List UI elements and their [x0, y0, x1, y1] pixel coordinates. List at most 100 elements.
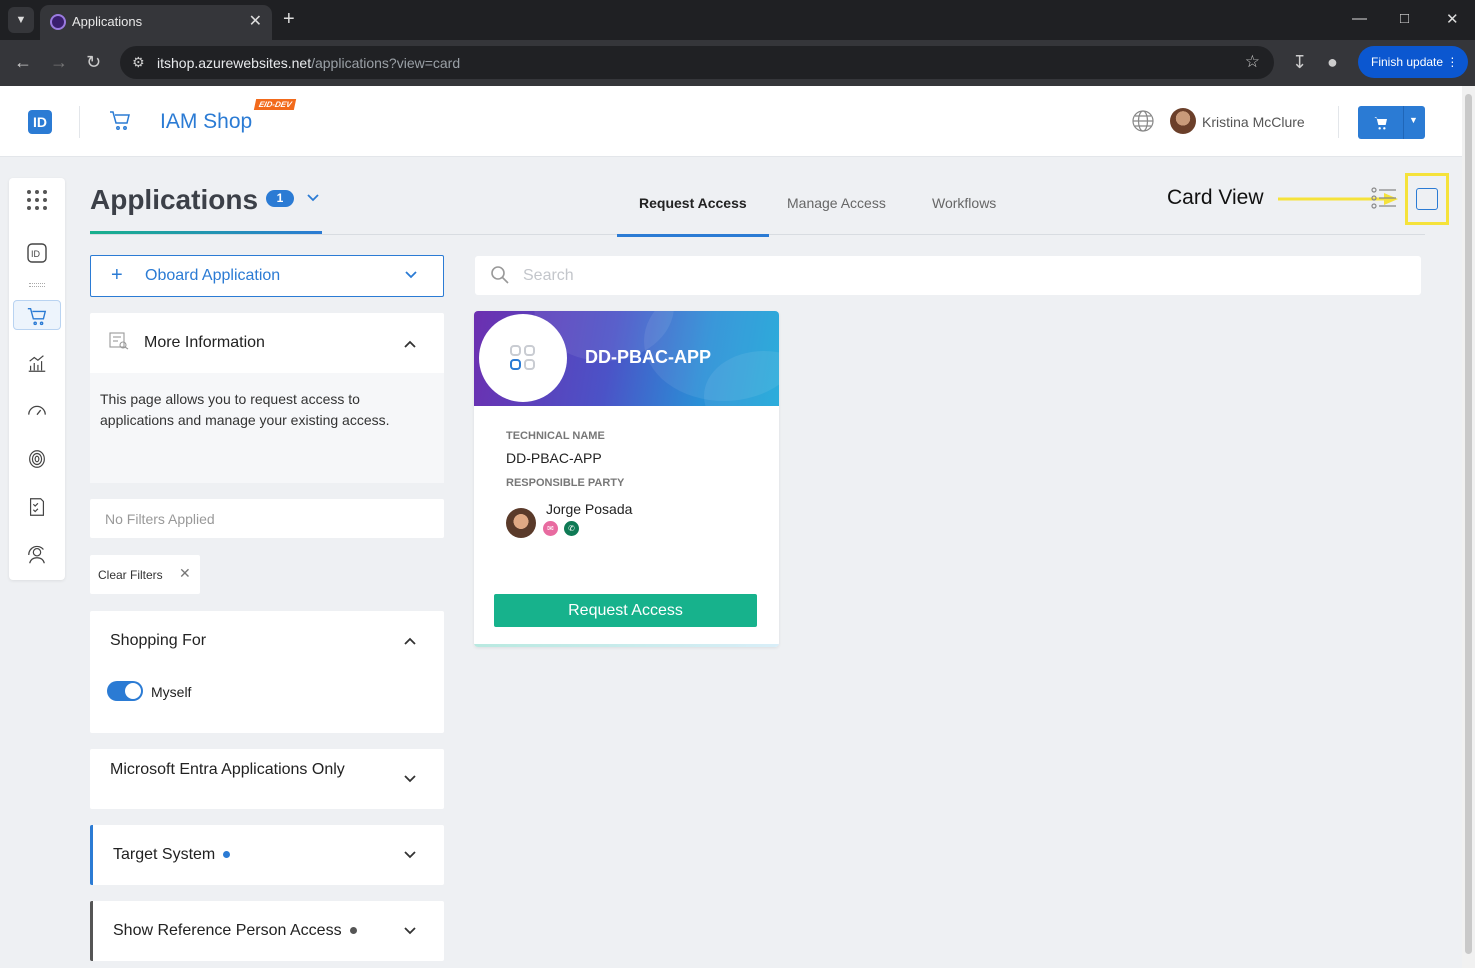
chevron-up-icon[interactable]	[402, 336, 418, 352]
request-access-button[interactable]: Request Access	[494, 594, 757, 627]
more-info-body: This page allows you to request access t…	[90, 373, 444, 483]
entra-only-title[interactable]: Microsoft Entra Applications Only	[110, 758, 350, 782]
myself-toggle[interactable]	[107, 681, 143, 701]
user-avatar[interactable]	[1170, 108, 1196, 134]
count-badge: 1	[266, 190, 294, 207]
side-rail: ID	[9, 178, 65, 580]
download-icon[interactable]: ↧	[1292, 52, 1307, 73]
plus-icon: +	[111, 264, 123, 286]
shopping-for-title[interactable]: Shopping For	[110, 632, 206, 650]
env-badge: EID-DEV	[253, 99, 297, 110]
maximize-icon[interactable]: □	[1400, 10, 1409, 27]
svg-text:ID: ID	[31, 249, 41, 259]
reference-person-title[interactable]: Show Reference Person Access	[113, 922, 357, 940]
address-bar[interactable]: ⚙ itshop.azurewebsites.net/applications?…	[120, 46, 1274, 79]
chart-icon[interactable]	[22, 348, 52, 378]
onboard-label: Oboard Application	[145, 267, 281, 284]
responsible-avatar[interactable]	[506, 508, 536, 538]
user-shield-icon[interactable]	[22, 540, 52, 570]
page-title: Applications	[90, 184, 259, 215]
new-tab-icon[interactable]: +	[283, 8, 295, 31]
globe-icon[interactable]	[1131, 109, 1155, 133]
no-filters-label: No Filters Applied	[90, 499, 444, 538]
id-logo[interactable]: ID	[28, 110, 52, 134]
info-list-icon	[109, 332, 129, 350]
browser-tab[interactable]: Applications ✕	[40, 5, 272, 40]
browser-tabbar: ▼ Applications ✕ + — □ ✕	[0, 0, 1475, 40]
url-text[interactable]: itshop.azurewebsites.net/applications?vi…	[157, 55, 460, 71]
target-system-title[interactable]: Target System	[113, 846, 231, 864]
card-view-icon	[1416, 188, 1438, 210]
annotation-label: Card View	[1167, 186, 1264, 209]
list-view-icon[interactable]	[1371, 187, 1397, 209]
chevron-down-icon[interactable]: ▼	[1409, 115, 1418, 125]
tab-workflows[interactable]: Workflows	[932, 195, 996, 211]
app-name: DD-PBAC-APP	[585, 347, 711, 367]
reference-person-panel[interactable]: Show Reference Person Access	[90, 901, 444, 961]
search-input[interactable]	[523, 265, 1403, 287]
scrollbar-thumb[interactable]	[1465, 94, 1472, 954]
fingerprint-icon[interactable]	[22, 444, 52, 474]
bookmark-star-icon[interactable]: ☆	[1245, 52, 1260, 72]
chevron-down-icon[interactable]	[402, 847, 418, 863]
reload-icon[interactable]: ↻	[86, 52, 101, 73]
technical-name-value: DD-PBAC-APP	[506, 450, 602, 466]
cart-button[interactable]: ▼	[1358, 106, 1425, 139]
card-bottom-bar	[474, 644, 779, 647]
checklist-icon[interactable]	[22, 492, 52, 522]
card-banner: DD-PBAC-APP	[474, 311, 779, 406]
tab-manage-access[interactable]: Manage Access	[787, 195, 886, 211]
chevron-down-icon[interactable]	[402, 923, 418, 939]
id-icon[interactable]: ID	[22, 238, 52, 268]
responsible-party-label: RESPONSIBLE PARTY	[506, 477, 625, 489]
search-icon	[491, 266, 509, 284]
app-header: ID IAM Shop EID-DEV Kristina McClure ▼	[0, 86, 1462, 157]
finish-update-button[interactable]: Finish update ⋮	[1358, 46, 1468, 78]
site-info-icon[interactable]: ⚙	[132, 54, 145, 71]
cart-icon	[110, 111, 130, 130]
profile-icon[interactable]: ●	[1327, 52, 1338, 73]
clear-filters-button[interactable]: Clear Filters ✕	[90, 555, 200, 594]
gauge-icon[interactable]	[22, 396, 52, 426]
browser-toolbar: ← → ↻ ⚙ itshop.azurewebsites.net/applica…	[0, 40, 1475, 86]
cart-icon	[1374, 117, 1387, 130]
app-grid-icon	[510, 345, 535, 370]
more-info-title[interactable]: More Information	[144, 334, 265, 352]
technical-name-label: TECHNICAL NAME	[506, 430, 605, 442]
window-close-icon[interactable]: ✕	[1446, 10, 1459, 28]
user-name[interactable]: Kristina McClure	[1202, 114, 1305, 130]
close-icon[interactable]: ✕	[179, 565, 191, 582]
mail-icon[interactable]: ✉	[543, 521, 558, 536]
minimize-icon[interactable]: —	[1352, 10, 1367, 27]
phone-icon[interactable]: ✆	[564, 521, 579, 536]
chevron-down-icon[interactable]	[403, 267, 419, 283]
tab-search-button[interactable]: ▼	[8, 7, 34, 33]
tab-request-access[interactable]: Request Access	[639, 195, 747, 211]
clear-filters-label: Clear Filters	[98, 568, 163, 582]
entra-only-panel[interactable]: Microsoft Entra Applications Only	[90, 749, 444, 809]
chevron-up-icon[interactable]	[402, 633, 418, 649]
cart-icon[interactable]	[13, 300, 61, 330]
target-system-panel[interactable]: Target System	[90, 825, 444, 885]
apps-grid-icon[interactable]	[22, 185, 52, 215]
onboard-application-button[interactable]: + Oboard Application	[90, 255, 444, 297]
back-icon[interactable]: ←	[14, 52, 32, 73]
shield-favicon-icon	[50, 14, 66, 30]
toggle-knob	[125, 683, 141, 699]
card-view-button[interactable]	[1405, 173, 1449, 225]
more-info-text: This page allows you to request access t…	[100, 391, 390, 428]
forward-icon[interactable]: →	[50, 52, 68, 73]
rail-separator	[29, 283, 45, 287]
responsible-name[interactable]: Jorge Posada	[546, 501, 632, 517]
app-title[interactable]: IAM Shop	[160, 110, 252, 134]
app-logo	[479, 314, 567, 402]
page-scrollbar[interactable]	[1462, 86, 1475, 968]
tab-close-icon[interactable]: ✕	[249, 11, 262, 31]
chevron-down-icon[interactable]	[402, 771, 418, 787]
chevron-down-icon[interactable]	[305, 190, 321, 206]
myself-label: Myself	[151, 684, 192, 700]
application-card[interactable]: DD-PBAC-APP TECHNICAL NAME DD-PBAC-APP R…	[474, 311, 779, 647]
tab-title: Applications	[72, 14, 143, 29]
header-divider	[79, 106, 80, 138]
header-divider	[1338, 106, 1339, 138]
